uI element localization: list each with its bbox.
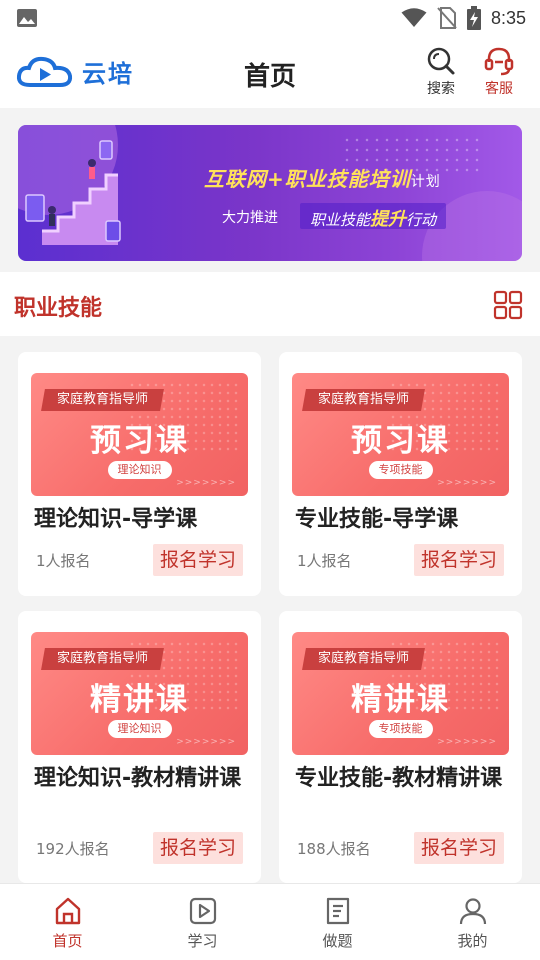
course-card[interactable]: 家庭教育指导师 精讲课 理论知识 >>>>>>> 理论知识-教材精讲课 192人… bbox=[18, 611, 261, 883]
enroll-count: 188人报名 bbox=[297, 840, 371, 858]
battery-charging-icon bbox=[466, 6, 481, 30]
enroll-button[interactable]: 报名学习 bbox=[414, 544, 504, 576]
course-title: 理论知识-教材精讲课 bbox=[34, 766, 242, 791]
grid-view-icon[interactable] bbox=[493, 290, 523, 320]
banner-sub-highlight: 提升 bbox=[370, 209, 407, 230]
tab-study[interactable]: 学习 bbox=[135, 884, 270, 960]
course-card[interactable]: 家庭教育指导师 预习课 专项技能 >>>>>>> 专业技能-导学课 1人报名 报… bbox=[279, 352, 522, 596]
tab-home-label: 首页 bbox=[52, 932, 83, 950]
gallery-notification-icon bbox=[17, 9, 37, 27]
course-card[interactable]: 家庭教育指导师 预习课 理论知识 >>>>>>> 理论知识-导学课 1人报名 报… bbox=[18, 352, 261, 596]
course-thumbnail: 家庭教育指导师 精讲课 理论知识 >>>>>>> bbox=[31, 632, 248, 755]
course-title: 理论知识-导学课 bbox=[34, 507, 198, 532]
status-bar: 8:35 bbox=[0, 0, 540, 36]
thumb-arrows: >>>>>>> bbox=[437, 737, 497, 747]
course-title: 专业技能-教材精讲课 bbox=[295, 766, 503, 791]
banner-sub-pre: 职业技能 bbox=[310, 211, 371, 229]
enroll-count: 1人报名 bbox=[36, 552, 91, 570]
tab-profile-label: 我的 bbox=[457, 932, 488, 950]
wifi-icon bbox=[401, 8, 427, 27]
course-card[interactable]: 家庭教育指导师 精讲课 专项技能 >>>>>>> 专业技能-教材精讲课 188人… bbox=[279, 611, 522, 883]
course-thumbnail: 家庭教育指导师 预习课 理论知识 >>>>>>> bbox=[31, 373, 248, 496]
headset-icon bbox=[484, 47, 514, 76]
course-ribbon: 家庭教育指导师 bbox=[302, 648, 425, 670]
course-thumbnail: 家庭教育指导师 预习课 专项技能 >>>>>>> bbox=[292, 373, 509, 496]
banner-container: 互联网+职业技能培训计划 大力推进 职业技能提升行动 bbox=[0, 108, 540, 272]
section-title: 职业技能 bbox=[14, 296, 103, 321]
tab-exercise-label: 做题 bbox=[322, 932, 353, 950]
thumb-tag: 理论知识 bbox=[107, 461, 172, 479]
status-time: 8:35 bbox=[490, 7, 526, 28]
course-thumbnail: 家庭教育指导师 精讲课 专项技能 >>>>>>> bbox=[292, 632, 509, 755]
search-button[interactable]: 搜索 bbox=[417, 46, 465, 98]
search-icon bbox=[427, 47, 455, 75]
customer-service-button[interactable]: 客服 bbox=[475, 46, 523, 98]
thumb-title: 精讲课 bbox=[90, 682, 189, 718]
enroll-button[interactable]: 报名学习 bbox=[153, 832, 243, 864]
course-title: 专业技能-导学课 bbox=[295, 507, 459, 532]
enroll-count: 192人报名 bbox=[36, 840, 110, 858]
thumb-arrows: >>>>>>> bbox=[437, 478, 497, 488]
thumb-arrows: >>>>>>> bbox=[176, 737, 236, 747]
thumb-arrows: >>>>>>> bbox=[176, 478, 236, 488]
banner-subtitle-left: 大力推进 bbox=[222, 210, 278, 226]
search-label: 搜索 bbox=[427, 81, 455, 97]
bottom-tab-bar: 首页 学习 做题 我的 bbox=[0, 883, 540, 960]
no-sim-icon bbox=[437, 7, 457, 29]
banner-sub-post: 行动 bbox=[406, 211, 437, 229]
course-ribbon: 家庭教育指导师 bbox=[41, 648, 164, 670]
enroll-button[interactable]: 报名学习 bbox=[414, 832, 504, 864]
tab-home[interactable]: 首页 bbox=[0, 884, 135, 960]
thumb-title: 预习课 bbox=[90, 423, 189, 459]
enroll-button[interactable]: 报名学习 bbox=[153, 544, 243, 576]
service-label: 客服 bbox=[485, 81, 513, 97]
tab-study-label: 学习 bbox=[187, 932, 218, 950]
thumb-tag: 专项技能 bbox=[368, 720, 433, 738]
stairs-illustration-icon bbox=[25, 140, 121, 245]
section-header: 职业技能 bbox=[0, 272, 540, 336]
tab-exercise[interactable]: 做题 bbox=[270, 884, 405, 960]
banner-subtitle-right: 职业技能提升行动 bbox=[300, 203, 447, 230]
thumb-tag: 专项技能 bbox=[368, 461, 433, 479]
video-play-icon bbox=[189, 897, 216, 925]
banner-headline-suffix: 计划 bbox=[410, 174, 441, 190]
course-ribbon: 家庭教育指导师 bbox=[41, 389, 164, 411]
course-ribbon: 家庭教育指导师 bbox=[302, 389, 425, 411]
tab-profile[interactable]: 我的 bbox=[405, 884, 540, 960]
user-icon bbox=[459, 898, 486, 925]
thumb-title: 精讲课 bbox=[351, 682, 450, 718]
document-icon bbox=[326, 897, 349, 925]
app-header: 云培 首页 搜索 客服 bbox=[0, 36, 540, 108]
enroll-count: 1人报名 bbox=[297, 552, 352, 570]
home-icon bbox=[55, 897, 80, 925]
banner-headline: 互联网+职业技能培训计划 bbox=[204, 163, 441, 192]
thumb-tag: 理论知识 bbox=[107, 720, 172, 738]
banner-headline-text: 互联网+职业技能培训 bbox=[204, 167, 411, 191]
promo-banner[interactable]: 互联网+职业技能培训计划 大力推进 职业技能提升行动 bbox=[18, 125, 522, 261]
thumb-title: 预习课 bbox=[351, 423, 450, 459]
